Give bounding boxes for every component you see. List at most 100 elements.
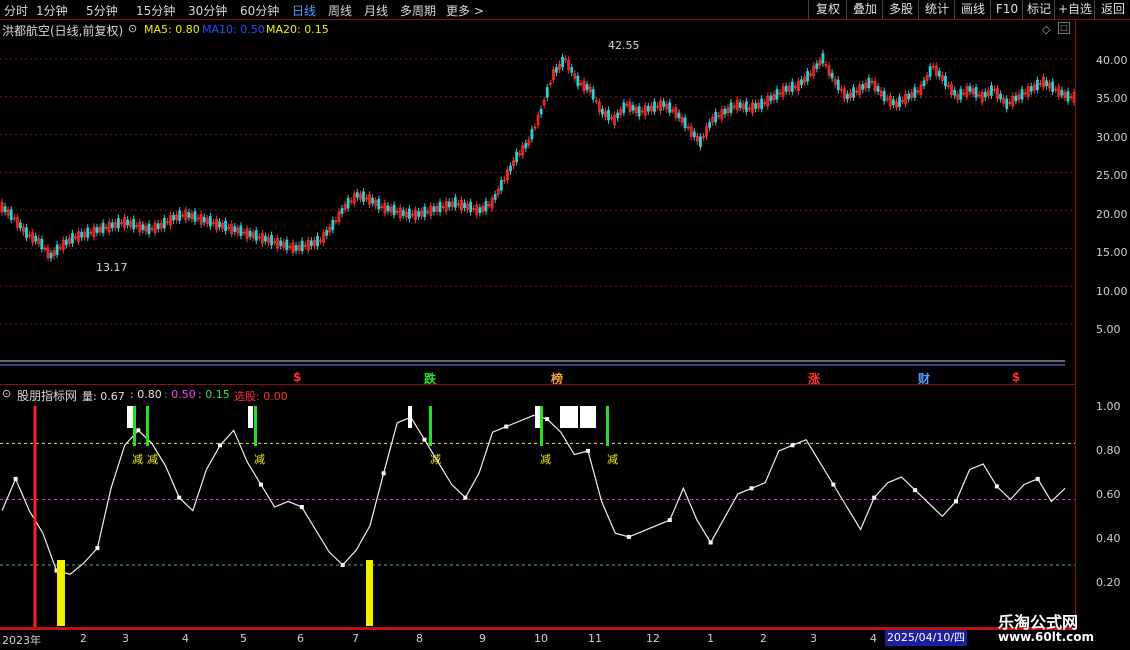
date-label: 7 bbox=[352, 632, 359, 645]
candle-body bbox=[224, 220, 228, 232]
candle-body bbox=[331, 219, 335, 231]
candle-body bbox=[371, 197, 375, 204]
candle-body bbox=[775, 89, 779, 100]
candle-body bbox=[876, 86, 880, 92]
candle-body bbox=[132, 218, 136, 230]
candle-body bbox=[653, 101, 656, 112]
signal-green-bar bbox=[606, 406, 609, 446]
candle-body bbox=[300, 240, 304, 252]
candle-body bbox=[576, 75, 580, 87]
candle-body bbox=[95, 227, 99, 233]
candle-body bbox=[891, 99, 895, 105]
candle-body bbox=[172, 214, 175, 221]
candle-body bbox=[264, 235, 267, 242]
candle-body bbox=[80, 232, 84, 238]
candle-body bbox=[937, 70, 941, 77]
signal-yellow-bar bbox=[366, 560, 373, 626]
candle-body bbox=[423, 206, 427, 217]
candle-body bbox=[86, 227, 90, 238]
candle-body bbox=[1020, 89, 1024, 100]
back-button[interactable]: 返回 bbox=[1094, 0, 1130, 19]
candle-body bbox=[386, 205, 390, 212]
current-date-box: 2025/04/10/四 bbox=[885, 630, 967, 646]
candle-body bbox=[600, 108, 604, 115]
candle-body bbox=[117, 217, 120, 229]
candle-body bbox=[218, 221, 221, 228]
candle-body bbox=[18, 222, 22, 229]
candle-body bbox=[677, 112, 681, 119]
candle-body bbox=[861, 84, 865, 90]
candle-body bbox=[71, 233, 74, 244]
candle-body bbox=[478, 207, 482, 213]
candle-body bbox=[699, 136, 702, 147]
candle-body bbox=[156, 223, 160, 230]
date-label: 4 bbox=[870, 632, 877, 645]
price-tick: 25.00 bbox=[1096, 169, 1128, 182]
date-label: 11 bbox=[588, 632, 602, 645]
candle-body bbox=[769, 95, 773, 102]
signal-white-block bbox=[248, 406, 253, 428]
candle-body bbox=[561, 56, 564, 68]
candle-body bbox=[723, 108, 727, 115]
candle-body bbox=[662, 101, 666, 107]
signal-white-block bbox=[408, 406, 412, 428]
candle-body bbox=[285, 239, 289, 251]
date-label: 3 bbox=[810, 632, 817, 645]
candle-body bbox=[790, 81, 794, 92]
candle-body bbox=[101, 222, 105, 234]
date-label: 8 bbox=[416, 632, 423, 645]
date-label: 12 bbox=[646, 632, 660, 645]
indicator-tick: 0.60 bbox=[1096, 488, 1121, 501]
indicator-tick: 0.80 bbox=[1096, 444, 1121, 457]
candle-body bbox=[493, 194, 497, 200]
candle-body bbox=[637, 106, 641, 117]
candle-body bbox=[729, 102, 733, 113]
candle-body bbox=[1014, 95, 1018, 102]
candle-body bbox=[990, 85, 993, 96]
candle-body bbox=[9, 209, 13, 220]
candle-body bbox=[846, 93, 849, 100]
candle-body bbox=[453, 197, 457, 208]
indicator-tick: 0.40 bbox=[1096, 532, 1121, 545]
candle-body bbox=[187, 212, 191, 218]
candle-body bbox=[800, 79, 803, 86]
candle-body bbox=[622, 102, 626, 113]
date-label: 2 bbox=[80, 632, 87, 645]
candle-body bbox=[110, 222, 114, 229]
candle-body bbox=[1051, 81, 1055, 92]
candle-body bbox=[1066, 91, 1070, 102]
candle-body bbox=[907, 93, 911, 100]
candle-body bbox=[999, 93, 1003, 100]
candle-body bbox=[25, 227, 28, 238]
price-tick: 35.00 bbox=[1096, 92, 1128, 105]
candle-body bbox=[1029, 86, 1033, 92]
candle-body bbox=[815, 63, 819, 69]
candle-body bbox=[1035, 79, 1039, 91]
candle-body bbox=[484, 200, 488, 212]
watermark-url: www.60lt.com bbox=[998, 630, 1095, 644]
candle-body bbox=[346, 198, 350, 209]
candle-body bbox=[555, 67, 558, 73]
price-tick: 40.00 bbox=[1096, 54, 1128, 67]
candle-body bbox=[49, 252, 53, 259]
chart-canvas[interactable] bbox=[0, 0, 1075, 629]
candle-body bbox=[821, 53, 825, 64]
candle-body bbox=[408, 208, 411, 219]
date-label: 1 bbox=[707, 632, 714, 645]
indicator-tick: 1.00 bbox=[1096, 400, 1121, 413]
candle-body bbox=[591, 89, 595, 100]
candle-body bbox=[401, 210, 405, 216]
candle-body bbox=[340, 208, 344, 214]
candle-body bbox=[40, 238, 44, 250]
candle-body bbox=[646, 106, 650, 112]
candle-body bbox=[438, 201, 442, 213]
candle-body bbox=[631, 105, 635, 111]
candle-body bbox=[55, 244, 59, 255]
candle-body bbox=[270, 235, 273, 246]
candle-body bbox=[294, 245, 298, 251]
price-tick: 15.00 bbox=[1096, 246, 1128, 259]
date-label: 6 bbox=[297, 632, 304, 645]
date-label: 3 bbox=[122, 632, 129, 645]
candle-body bbox=[463, 202, 466, 209]
candle-body bbox=[355, 192, 359, 198]
